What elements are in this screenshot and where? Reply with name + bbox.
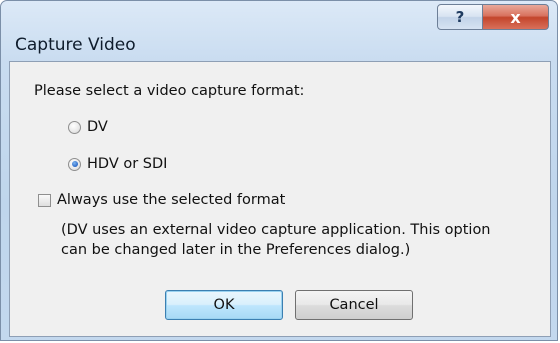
- radio-hdv-sdi[interactable]: [68, 157, 81, 171]
- close-icon: x: [510, 7, 521, 27]
- window-title: Capture Video: [15, 35, 136, 55]
- radio-hdv-sdi-label[interactable]: HDV or SDI: [87, 156, 167, 172]
- format-prompt: Please select a video capture format:: [34, 83, 305, 99]
- dialog-body: Please select a video capture format: DV…: [9, 61, 551, 337]
- cancel-button[interactable]: Cancel: [295, 290, 413, 320]
- radio-dv-label[interactable]: DV: [87, 119, 108, 135]
- always-use-checkbox[interactable]: [38, 193, 51, 207]
- format-note: (DV uses an external video capture appli…: [61, 220, 541, 260]
- radio-option-dv[interactable]: DV: [68, 119, 108, 135]
- note-line-2: can be changed later in the Preferences …: [61, 242, 411, 258]
- always-use-label[interactable]: Always use the selected format: [57, 192, 285, 208]
- radio-dv[interactable]: [68, 120, 81, 134]
- ok-button[interactable]: OK: [165, 290, 283, 320]
- caption-buttons: ? x: [437, 4, 549, 30]
- radio-option-hdv-sdi[interactable]: HDV or SDI: [68, 156, 167, 172]
- close-button[interactable]: x: [483, 4, 549, 30]
- capture-video-dialog: Capture Video ? x Please select a video …: [0, 0, 558, 341]
- help-icon: ?: [455, 8, 465, 26]
- help-button[interactable]: ?: [437, 4, 483, 30]
- title-bar[interactable]: Capture Video ? x: [1, 1, 557, 61]
- note-line-1: (DV uses an external video capture appli…: [61, 222, 491, 238]
- always-use-row[interactable]: Always use the selected format: [38, 192, 285, 208]
